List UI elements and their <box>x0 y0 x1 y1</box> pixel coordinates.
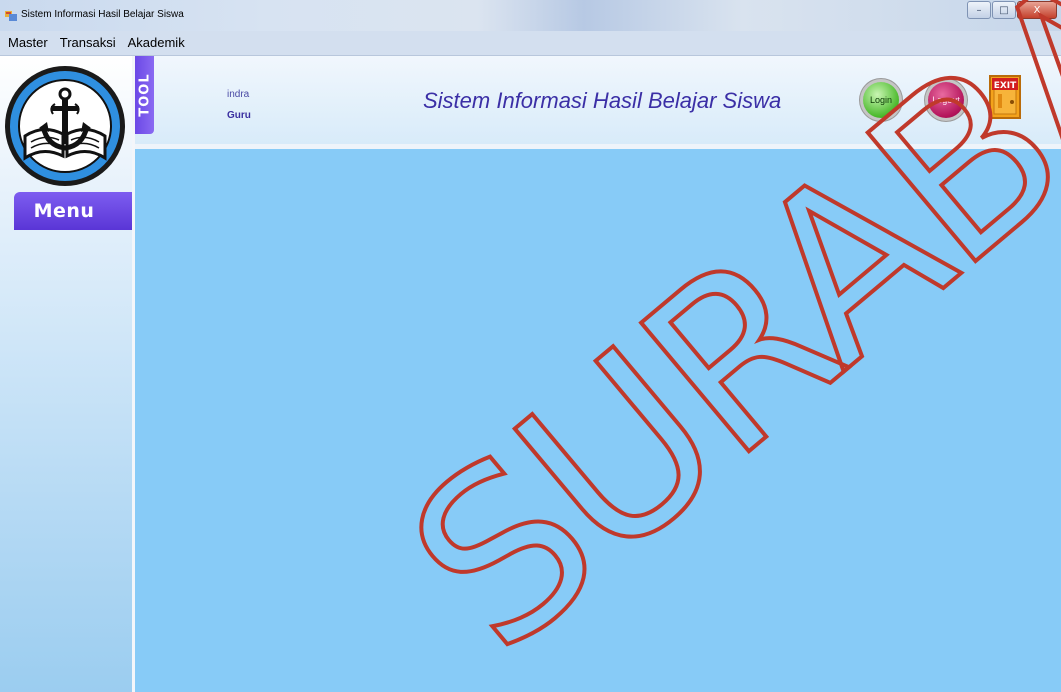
main-content-area <box>135 149 1061 692</box>
menu-bar: Master Transaksi Akademik <box>0 31 1061 56</box>
window-controls: – □ X <box>966 1 1057 19</box>
exit-label: EXIT <box>994 81 1017 91</box>
menu-transaksi[interactable]: Transaksi <box>54 31 122 55</box>
app-window-icon <box>5 11 17 21</box>
minimize-button[interactable]: – <box>967 1 991 19</box>
maximize-button[interactable]: □ <box>992 1 1016 19</box>
window-title: Sistem Informasi Hasil Belajar Siswa <box>21 9 184 20</box>
user-role: Guru <box>227 110 251 121</box>
menu-header: Menu <box>14 192 132 230</box>
exit-door-icon[interactable]: EXIT <box>988 74 1022 120</box>
logout-button[interactable]: Logout <box>928 82 964 118</box>
sidebar: Menu <box>0 56 132 692</box>
window-titlebar: Sistem Informasi Hasil Belajar Siswa – □… <box>0 0 1061 32</box>
school-emblem-logo <box>5 66 125 186</box>
user-name: indra <box>227 89 250 100</box>
tool-tab[interactable]: TOOL <box>135 56 154 134</box>
menu-akademik[interactable]: Akademik <box>122 31 191 55</box>
header-panel: TOOL indra Guru Sistem Informasi Hasil B… <box>135 56 1061 149</box>
tool-label: TOOL <box>137 73 153 117</box>
menu-master[interactable]: Master <box>2 31 54 55</box>
login-button[interactable]: Login <box>863 82 899 118</box>
app-title: Sistem Informasi Hasil Belajar Siswa <box>423 88 782 113</box>
close-button[interactable]: X <box>1017 1 1057 19</box>
